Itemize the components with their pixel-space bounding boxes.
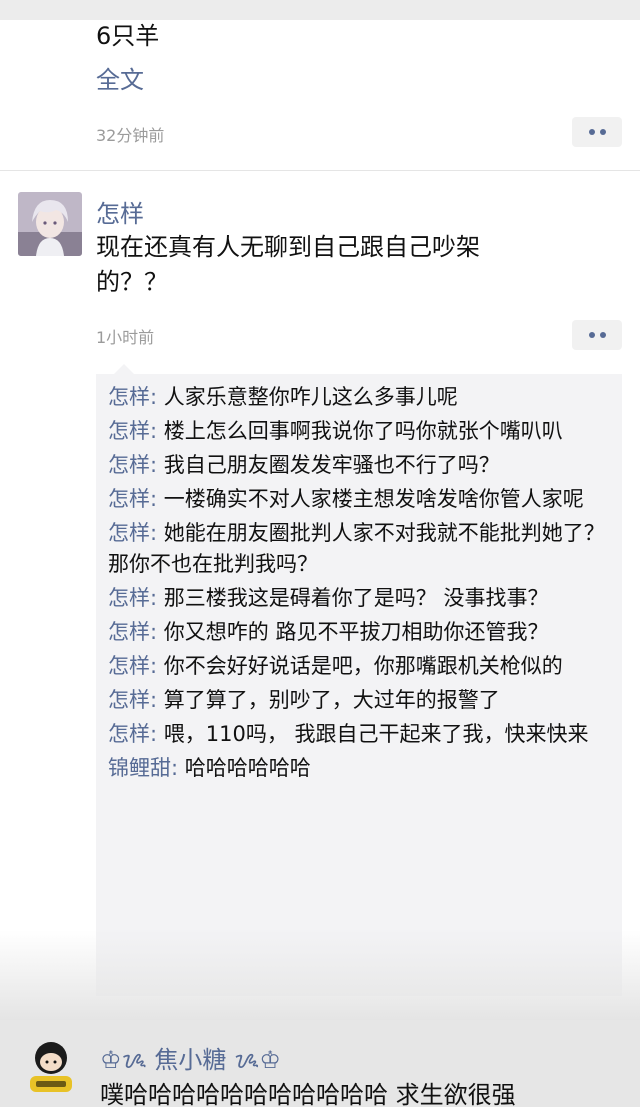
comment-item[interactable]: 怎样: 我自己朋友圈发发牢骚也不行了吗？ bbox=[108, 450, 608, 481]
post-time: 1小时前 bbox=[96, 328, 155, 347]
comment-separator: : bbox=[150, 654, 164, 678]
comment-author[interactable]: 怎样 bbox=[108, 453, 150, 477]
comment-item[interactable]: 怎样: 楼上怎么回事啊我说你了吗你就张个嘴叭叭 bbox=[108, 416, 608, 447]
comment-author[interactable]: 怎样 bbox=[108, 586, 150, 610]
comment-author[interactable]: 怎样 bbox=[108, 419, 150, 443]
comment-text: 那三楼我这是碍着你了是吗？ 没事找事？ bbox=[163, 586, 549, 610]
comment-separator: : bbox=[150, 419, 164, 443]
comment-separator: : bbox=[150, 620, 164, 644]
comment-author[interactable]: 怎样 bbox=[108, 688, 150, 712]
previous-post-text: 6只羊 bbox=[96, 22, 160, 50]
comment-text: 你不会好好说话是吧，你那嘴跟机关枪似的 bbox=[163, 654, 563, 678]
comment-text: 哈哈哈哈哈哈 bbox=[184, 756, 311, 780]
comment-text: 我自己朋友圈发发牢骚也不行了吗？ bbox=[163, 453, 500, 477]
comment-author[interactable]: 怎样 bbox=[108, 654, 150, 678]
post-divider bbox=[0, 170, 640, 171]
comment-separator: : bbox=[150, 688, 164, 712]
post-more-button[interactable] bbox=[572, 320, 622, 350]
comment-item[interactable]: 怎样: 她能在朋友圈批判人家不对我就不能批判她了？那你不也在批判我吗？ bbox=[108, 518, 608, 580]
comment-separator: : bbox=[150, 521, 164, 545]
decorative-swirl-icon: ♔ᝰ bbox=[100, 1046, 155, 1074]
comment-item[interactable]: 怎样: 你又想咋的 路见不平拔刀相助你还管我？ bbox=[108, 617, 608, 648]
comment-author[interactable]: 怎样 bbox=[108, 722, 150, 746]
comment-item[interactable]: 怎样: 一楼确实不对人家楼主想发啥发啥你管人家呢 bbox=[108, 484, 608, 515]
comment-author[interactable]: 怎样 bbox=[108, 620, 150, 644]
comment-separator: : bbox=[150, 453, 164, 477]
comment-item[interactable]: 锦鲤甜: 哈哈哈哈哈哈 bbox=[108, 753, 608, 784]
more-dots-icon bbox=[588, 332, 595, 338]
comment-separator: : bbox=[150, 385, 164, 409]
comment-separator: : bbox=[171, 756, 185, 780]
comment-text: 喂，110吗， 我跟自己干起来了我，快来快来 bbox=[163, 722, 589, 746]
comment-text: 一楼确实不对人家楼主想发啥发啥你管人家呢 bbox=[163, 487, 584, 511]
comment-item[interactable]: 怎样: 人家乐意整你咋儿这么多事儿呢 bbox=[108, 382, 608, 413]
next-post-text: 噗哈哈哈哈哈哈哈哈哈哈哈 求生欲很强 bbox=[100, 1081, 516, 1109]
comment-author[interactable]: 怎样 bbox=[108, 385, 150, 409]
cartoon-avatar-icon bbox=[30, 1042, 72, 1092]
comment-author[interactable]: 锦鲤甜 bbox=[108, 756, 171, 780]
top-strip bbox=[0, 0, 640, 20]
next-post-author-name[interactable]: ♔ᝰ 焦小糖 ᝰ♔ bbox=[100, 1040, 281, 1076]
comment-text: 人家乐意整你咋儿这么多事儿呢 bbox=[163, 385, 458, 409]
next-post-avatar[interactable] bbox=[22, 1036, 80, 1096]
comment-separator: : bbox=[150, 487, 164, 511]
comments-panel: 怎样: 人家乐意整你咋儿这么多事儿呢 怎样: 楼上怎么回事啊我说你了吗你就张个嘴叭… bbox=[96, 364, 622, 996]
decorative-swirl-icon: ᝰ♔ bbox=[226, 1046, 281, 1074]
post-author-name[interactable]: 怎样 bbox=[96, 194, 144, 229]
comment-text: 算了算了，别吵了，大过年的报警了 bbox=[163, 688, 500, 712]
anime-boy-avatar-icon bbox=[18, 192, 82, 256]
comment-author[interactable]: 怎样 bbox=[108, 487, 150, 511]
post-text-line-2: 的？？ bbox=[96, 268, 168, 296]
comment-item[interactable]: 怎样: 你不会好好说话是吧，你那嘴跟机关枪似的 bbox=[108, 651, 608, 682]
previous-post-time: 32分钟前 bbox=[96, 126, 165, 145]
comment-text: 你又想咋的 路见不平拔刀相助你还管我？ bbox=[163, 620, 549, 644]
comment-item[interactable]: 怎样: 那三楼我这是碍着你了是吗？ 没事找事？ bbox=[108, 583, 608, 614]
avatar[interactable] bbox=[18, 192, 82, 256]
previous-post-more-button[interactable] bbox=[572, 117, 622, 147]
comment-text: 她能在朋友圈批判人家不对我就不能批判她了？那你不也在批判我吗？ bbox=[108, 521, 605, 576]
comment-list: 怎样: 人家乐意整你咋儿这么多事儿呢 怎样: 楼上怎么回事啊我说你了吗你就张个嘴叭… bbox=[108, 382, 608, 787]
more-dots-icon bbox=[588, 129, 595, 135]
comment-separator: : bbox=[150, 722, 164, 746]
comment-item[interactable]: 怎样: 喂，110吗， 我跟自己干起来了我，快来快来 bbox=[108, 719, 608, 750]
comment-text: 楼上怎么回事啊我说你了吗你就张个嘴叭叭 bbox=[163, 419, 563, 443]
comment-item[interactable]: 怎样: 算了算了，别吵了，大过年的报警了 bbox=[108, 685, 608, 716]
full-text-link[interactable]: 全文 bbox=[96, 60, 144, 95]
comment-author[interactable]: 怎样 bbox=[108, 521, 150, 545]
comment-separator: : bbox=[150, 586, 164, 610]
post-text-line-1: 现在还真有人无聊到自己跟自己吵架 bbox=[96, 233, 480, 261]
